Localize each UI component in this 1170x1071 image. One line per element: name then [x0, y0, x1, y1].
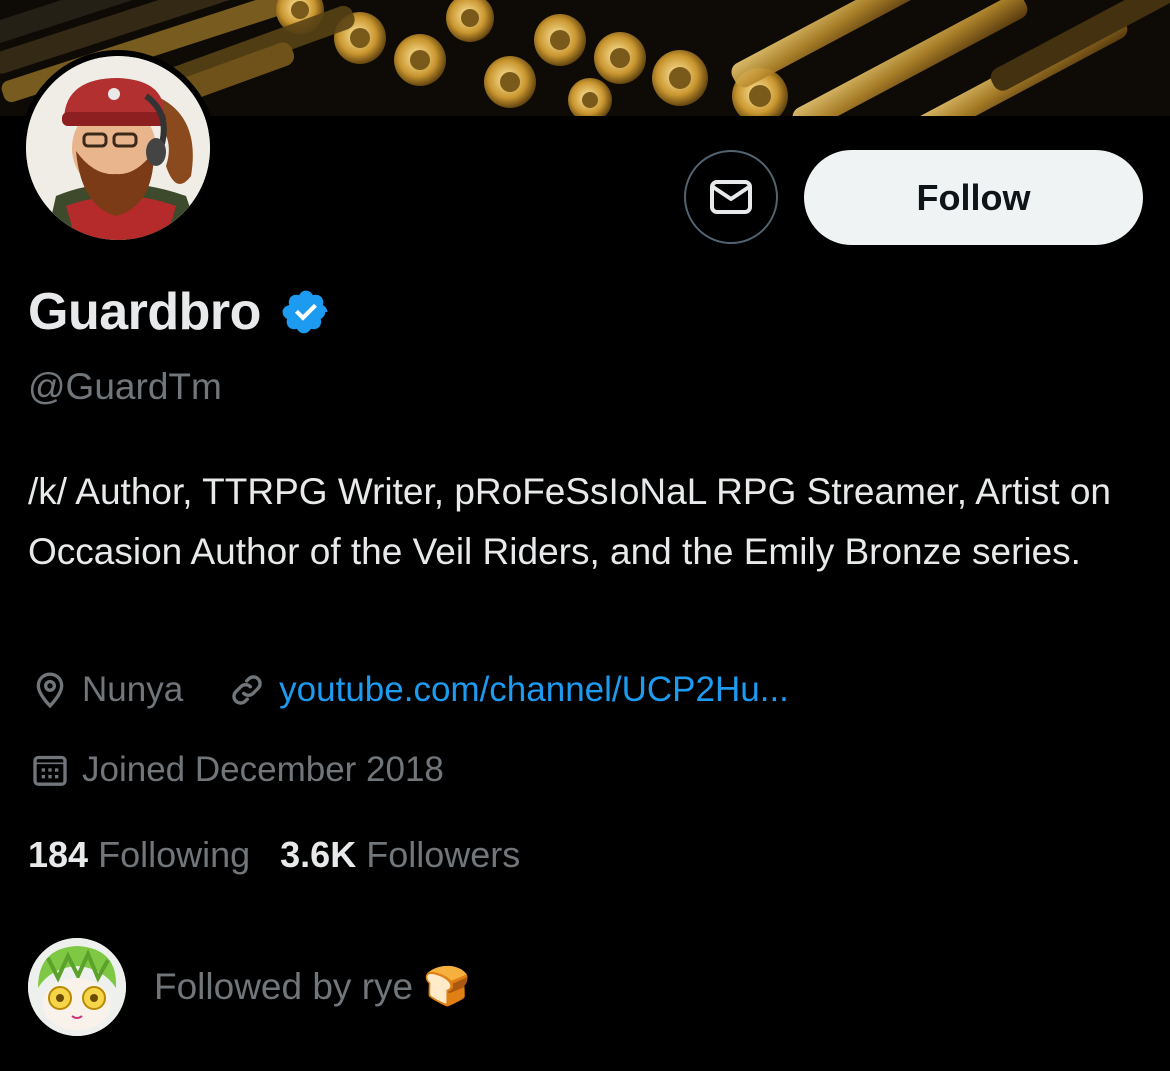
follower-avatar: [28, 938, 126, 1036]
calendar-icon: [30, 750, 70, 790]
following-stat[interactable]: 184 Following: [28, 834, 250, 876]
bread-emoji: 🍞: [423, 966, 471, 1008]
follow-stats: 184 Following 3.6K Followers: [28, 834, 520, 876]
profile-avatar[interactable]: [20, 50, 216, 246]
following-count: 184: [28, 834, 89, 875]
bio: /k/ Author, TTRPG Writer, pRoFeSsIoNaL R…: [28, 471, 1111, 572]
website-link[interactable]: youtube.com/channel/UCP2Hu...: [279, 670, 789, 710]
envelope-icon: [710, 180, 752, 214]
name-row: Guardbro: [28, 282, 331, 342]
followed-by-text: Followed by rye: [154, 966, 414, 1007]
location-link-row: Nunya youtube.com/channel/UCP2Hu...: [30, 670, 789, 710]
joined-row: Joined December 2018: [30, 750, 444, 790]
handle: @GuardTm: [28, 366, 222, 407]
follow-button[interactable]: Follow: [804, 150, 1143, 245]
avatar-illustration: [26, 56, 210, 240]
verified-badge-icon[interactable]: [281, 287, 331, 337]
location-pin-icon: [30, 670, 70, 710]
message-button[interactable]: [684, 150, 778, 244]
joined-text: Joined December 2018: [82, 750, 444, 789]
followed-by-row[interactable]: Followed by rye 🍞: [28, 938, 470, 1036]
display-name: Guardbro: [28, 283, 261, 341]
followers-count: 3.6K: [280, 834, 357, 875]
followers-stat[interactable]: 3.6K Followers: [280, 834, 520, 876]
following-label: Following: [98, 834, 251, 875]
followers-label: Followers: [366, 834, 521, 875]
location-text: Nunya: [82, 670, 184, 709]
follow-button-label: Follow: [916, 176, 1031, 218]
link-icon: [227, 670, 267, 710]
